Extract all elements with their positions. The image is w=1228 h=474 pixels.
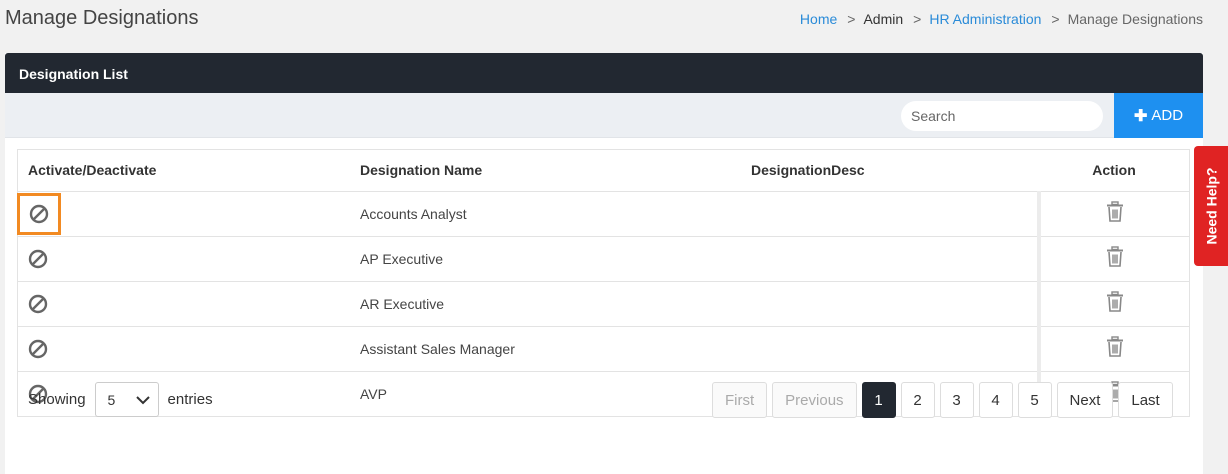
header-designation-desc[interactable]: DesignationDesc: [741, 150, 1039, 192]
designation-name-cell: Assistant Sales Manager: [350, 326, 741, 372]
last-page-button[interactable]: Last: [1118, 382, 1173, 418]
action-cell: [1037, 281, 1189, 327]
breadcrumb-separator: >: [1051, 11, 1060, 27]
entries-value: 5: [107, 391, 116, 408]
ban-icon[interactable]: [28, 339, 48, 359]
entries-select[interactable]: 5: [94, 382, 159, 417]
ban-icon[interactable]: [28, 249, 48, 269]
designation-desc-cell: [741, 326, 1039, 372]
designation-desc-cell: [741, 191, 1039, 237]
trash-icon[interactable]: [1105, 291, 1125, 313]
previous-page-button[interactable]: Previous: [772, 382, 857, 418]
entries-control: Showing 5 entries: [28, 382, 213, 417]
trash-icon[interactable]: [1105, 246, 1125, 268]
breadcrumb-separator: >: [913, 11, 922, 27]
activate-cell: [17, 191, 350, 237]
plus-icon: ✚: [1133, 107, 1148, 125]
action-cell: [1037, 236, 1189, 282]
breadcrumb-current: Manage Designations: [1067, 11, 1203, 27]
table-row: Accounts Analyst: [17, 191, 1189, 237]
need-help-label: Need Help?: [1203, 167, 1220, 245]
add-button-label: ADD: [1151, 107, 1184, 124]
header-action: Action: [1039, 150, 1189, 192]
designation-name-cell: AP Executive: [350, 236, 741, 282]
toolbar: ✚ ADD: [5, 93, 1203, 138]
designation-name-cell: Accounts Analyst: [350, 191, 741, 237]
designation-name-cell: AVP: [360, 385, 387, 402]
header-activate[interactable]: Activate/Deactivate: [18, 150, 350, 192]
first-page-button[interactable]: First: [712, 382, 768, 418]
page-3-button[interactable]: 3: [939, 382, 974, 418]
trash-icon[interactable]: [1105, 201, 1125, 223]
activate-cell: [18, 236, 350, 282]
pagination: First Previous 1 2 3 4 5 Next Last: [712, 382, 1173, 418]
need-help-tab[interactable]: Need Help?: [1194, 146, 1228, 266]
designation-desc-cell: [741, 281, 1039, 327]
page-2-button[interactable]: 2: [900, 382, 935, 418]
breadcrumb-separator: >: [847, 11, 856, 27]
search-input[interactable]: [901, 101, 1103, 131]
header-designation-name[interactable]: Designation Name: [350, 150, 741, 192]
page-5-button[interactable]: 5: [1017, 382, 1052, 418]
action-cell: [1037, 326, 1189, 372]
entries-label: entries: [167, 391, 213, 408]
table-row: AR Executive: [18, 281, 1189, 327]
table-row: Assistant Sales Manager: [18, 326, 1189, 372]
designation-table: Activate/Deactivate Designation Name Des…: [17, 149, 1190, 417]
designation-name-cell: AR Executive: [350, 281, 741, 327]
table-row: AP Executive: [18, 236, 1189, 282]
breadcrumb-admin: Admin: [863, 11, 904, 27]
page-1-button[interactable]: 1: [861, 382, 896, 418]
breadcrumb-home-link[interactable]: Home: [800, 11, 837, 27]
activate-toggle-highlight[interactable]: [17, 192, 61, 235]
page-title: Manage Designations: [5, 7, 199, 29]
activate-cell: [18, 326, 350, 372]
ban-icon[interactable]: [29, 204, 49, 224]
ban-icon[interactable]: [28, 294, 48, 314]
panel-header: Designation List: [5, 53, 1203, 93]
trash-icon[interactable]: [1105, 336, 1125, 358]
action-cell: [1037, 191, 1189, 237]
activate-cell: [18, 281, 350, 327]
breadcrumb-hr-administration-link[interactable]: HR Administration: [929, 11, 1041, 27]
panel-title: Designation List: [19, 66, 128, 82]
designation-desc-cell: [741, 236, 1039, 282]
chevron-down-icon: [135, 395, 150, 404]
page-4-button[interactable]: 4: [978, 382, 1013, 418]
add-button[interactable]: ✚ ADD: [1114, 93, 1203, 138]
next-page-button[interactable]: Next: [1056, 382, 1114, 418]
breadcrumb: Home > Admin > HR Administration > Manag…: [800, 11, 1203, 27]
table-header-row: Activate/Deactivate Designation Name Des…: [18, 150, 1189, 192]
showing-label: Showing: [28, 391, 86, 408]
